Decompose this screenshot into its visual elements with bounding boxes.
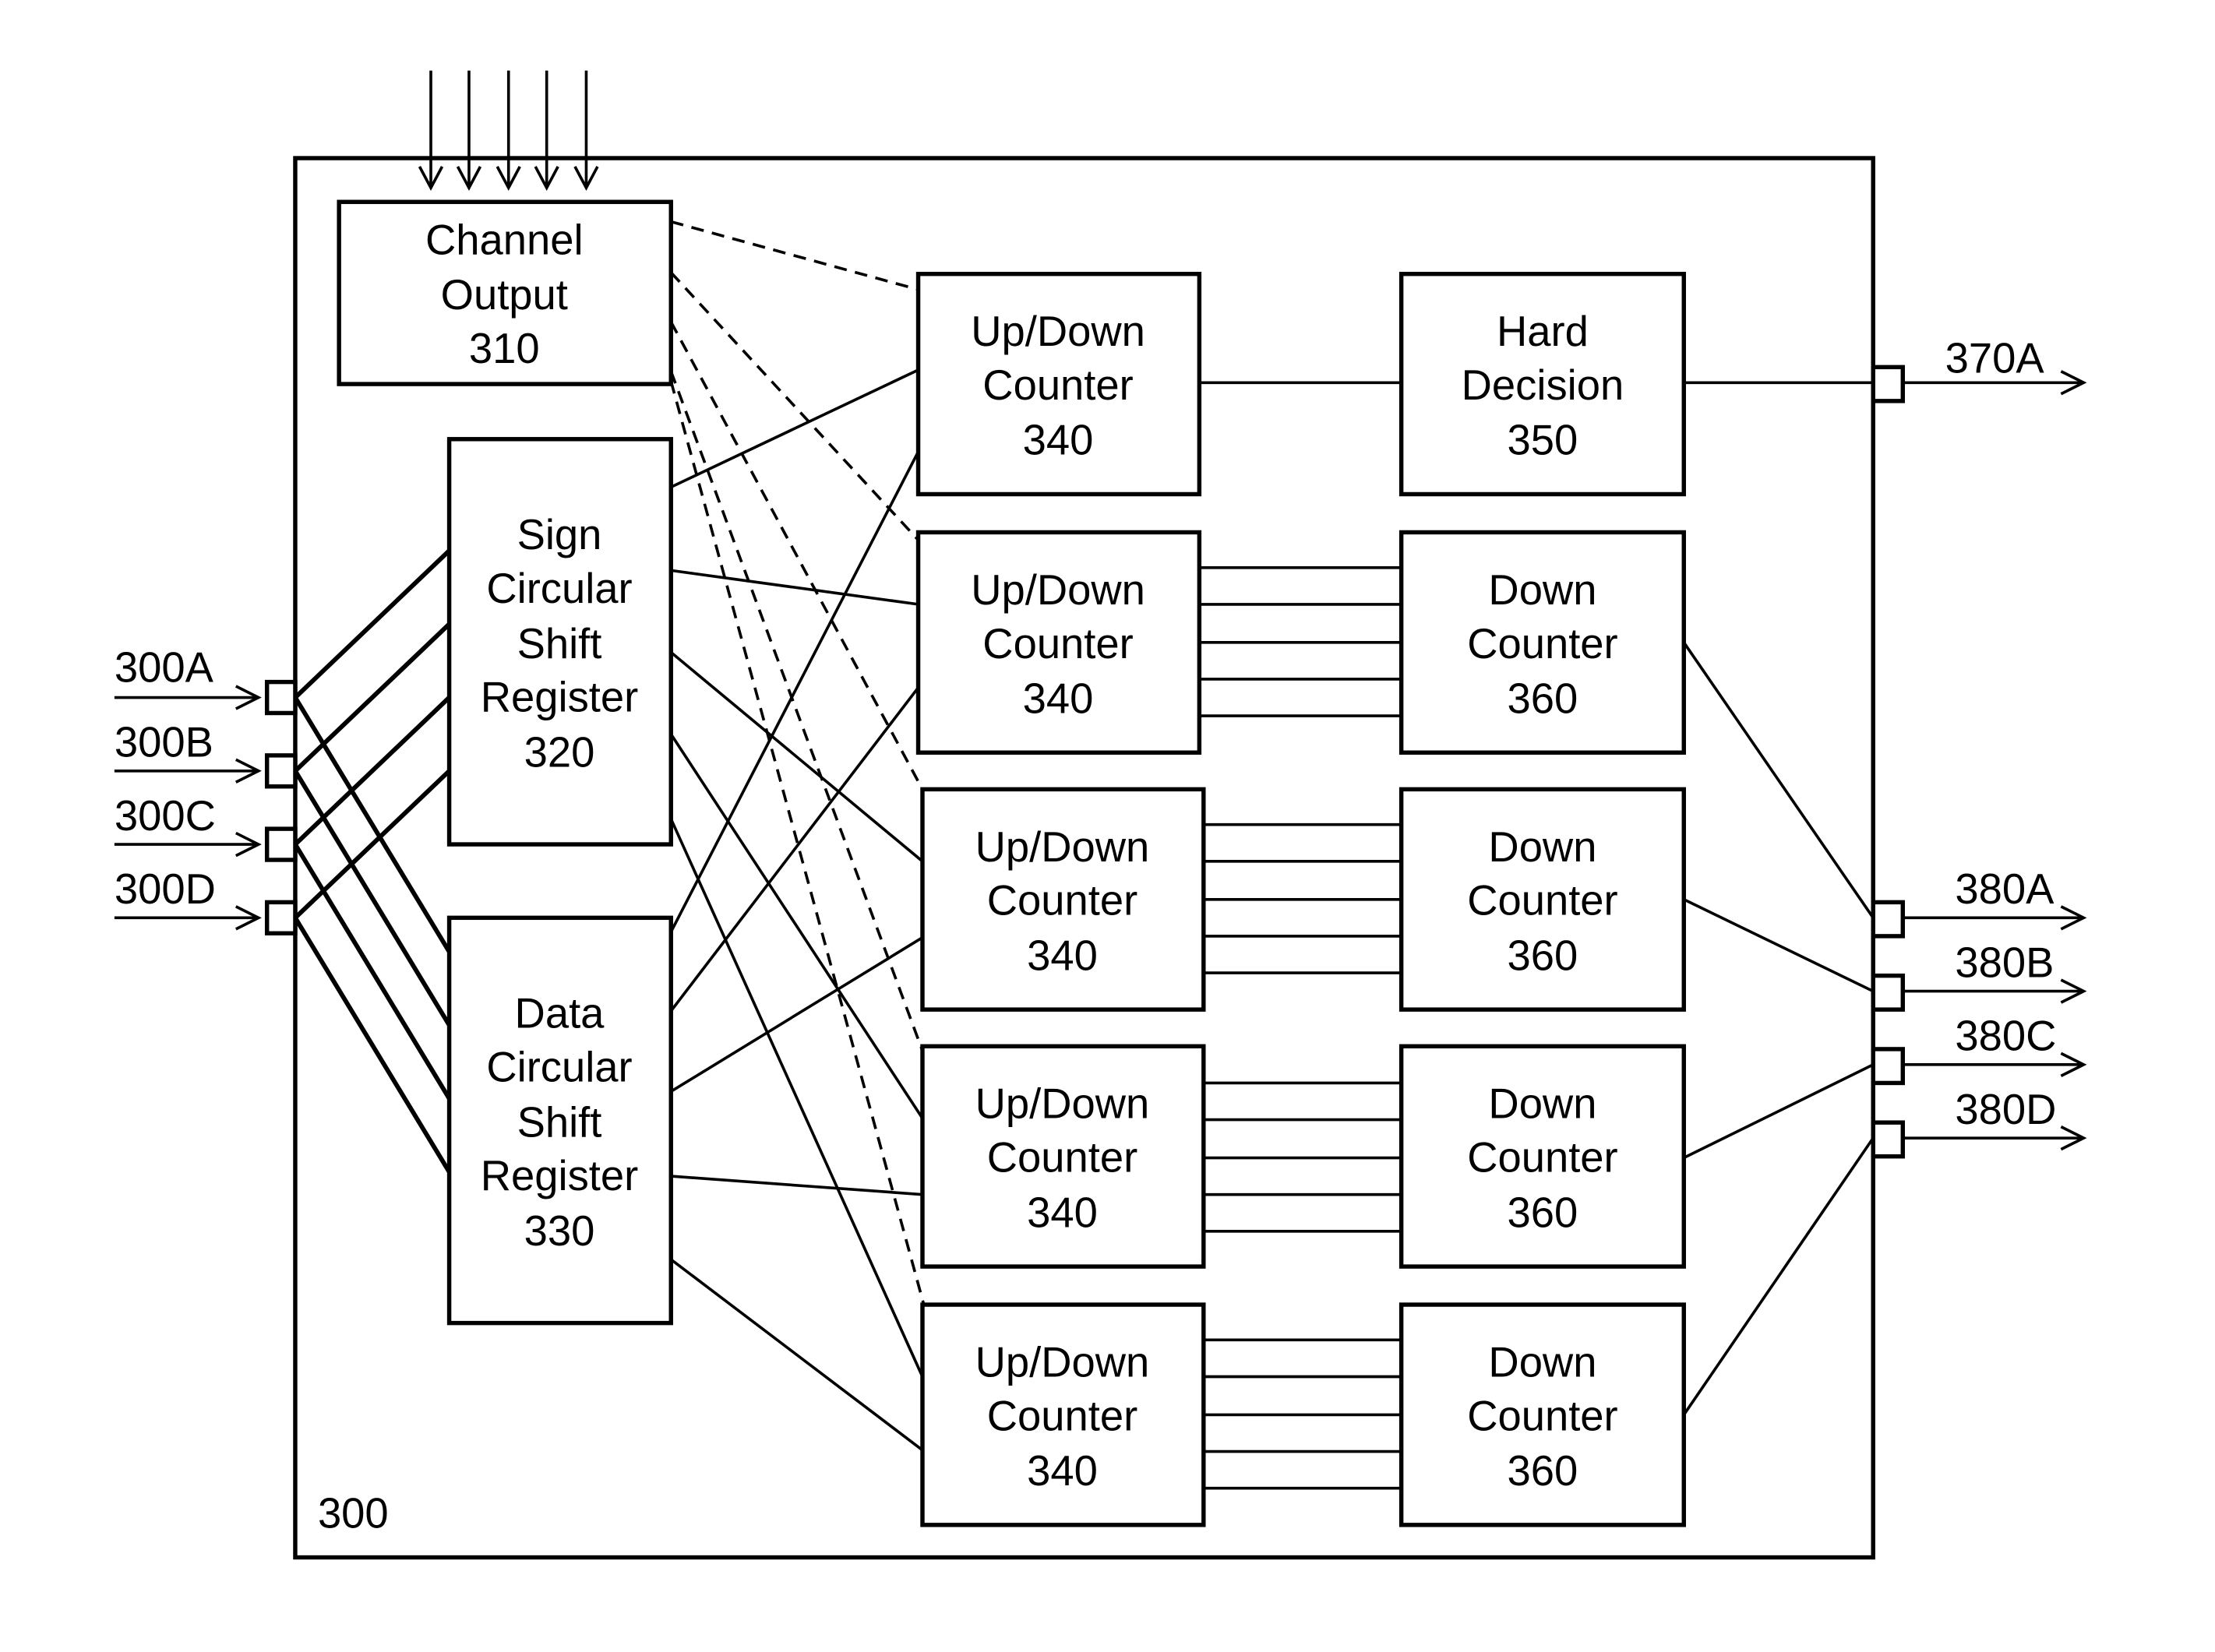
svg-text:380B: 380B <box>1955 939 2054 986</box>
data-circular-shift-register-block: Data Circular Shift Register 330 <box>446 915 673 1326</box>
svg-text:Counter: Counter <box>1467 1134 1617 1182</box>
svg-text:Register: Register <box>481 1152 639 1199</box>
output-port-380a: 380A <box>1871 865 2087 939</box>
input-port-300c: 300C <box>115 792 298 862</box>
svg-text:Up/Down: Up/Down <box>975 1080 1150 1128</box>
svg-text:Counter: Counter <box>987 877 1137 925</box>
svg-text:340: 340 <box>1023 417 1094 464</box>
channel-output-block: Channel Output 310 <box>337 199 673 386</box>
svg-text:Circular: Circular <box>486 1044 632 1091</box>
svg-text:Counter: Counter <box>987 1392 1137 1439</box>
system-label: 300 <box>318 1489 389 1537</box>
down-counter-block-3: Down Counter 360 <box>1398 1044 1686 1269</box>
svg-text:Up/Down: Up/Down <box>975 1339 1150 1386</box>
svg-text:340: 340 <box>1027 1447 1098 1495</box>
svg-text:Up/Down: Up/Down <box>975 823 1150 871</box>
svg-text:300C: 300C <box>115 792 216 840</box>
svg-text:360: 360 <box>1508 675 1578 722</box>
svg-text:Channel: Channel <box>425 216 584 263</box>
down-counter-block-1: Down Counter 360 <box>1398 530 1686 755</box>
svg-text:Register: Register <box>481 674 639 721</box>
updown-counter-block-2: Up/Down Counter 340 <box>915 530 1202 755</box>
svg-text:330: 330 <box>524 1207 595 1255</box>
svg-text:Counter: Counter <box>982 361 1133 409</box>
svg-text:Shift: Shift <box>517 620 602 667</box>
svg-text:Sign: Sign <box>517 511 602 558</box>
svg-text:Decision: Decision <box>1462 361 1624 409</box>
input-port-300d: 300D <box>115 865 298 935</box>
updown-counter-block-3: Up/Down Counter 340 <box>920 787 1206 1012</box>
output-port-370a: 370A <box>1871 335 2087 403</box>
svg-text:Down: Down <box>1488 1080 1596 1128</box>
svg-text:370A: 370A <box>1945 335 2045 382</box>
svg-text:Circular: Circular <box>486 565 632 612</box>
svg-text:360: 360 <box>1508 1189 1578 1236</box>
svg-text:Counter: Counter <box>1467 1392 1617 1439</box>
svg-text:Counter: Counter <box>982 620 1133 667</box>
svg-text:Up/Down: Up/Down <box>971 566 1145 614</box>
input-port-300a: 300A <box>115 644 298 716</box>
svg-text:300A: 300A <box>115 644 214 692</box>
svg-text:310: 310 <box>469 325 540 372</box>
svg-text:Down: Down <box>1488 566 1596 614</box>
svg-text:Data: Data <box>515 990 605 1037</box>
input-port-300b: 300B <box>115 719 298 789</box>
svg-text:340: 340 <box>1023 675 1094 722</box>
svg-text:350: 350 <box>1508 417 1578 464</box>
svg-text:Counter: Counter <box>1467 620 1617 667</box>
updown-counter-block-1: Up/Down Counter 340 <box>915 271 1202 497</box>
svg-text:360: 360 <box>1508 1447 1578 1495</box>
svg-text:320: 320 <box>524 728 595 776</box>
svg-text:380C: 380C <box>1955 1013 2056 1060</box>
svg-text:Down: Down <box>1488 1339 1596 1386</box>
block-diagram: 300 Channel Output 310 Sign Circular Shi… <box>115 70 2087 1560</box>
output-port-380d: 380D <box>1871 1086 2087 1159</box>
output-port-380b: 380B <box>1871 939 2087 1012</box>
down-counter-block-2: Down Counter 360 <box>1398 787 1686 1012</box>
svg-text:380A: 380A <box>1955 865 2055 913</box>
sign-circular-shift-register-block: Sign Circular Shift Register 320 <box>446 437 673 847</box>
down-counter-block-4: Down Counter 360 <box>1398 1302 1686 1527</box>
svg-text:Counter: Counter <box>1467 877 1617 925</box>
svg-text:300D: 300D <box>115 865 216 913</box>
svg-text:Shift: Shift <box>517 1098 602 1146</box>
svg-text:300B: 300B <box>115 719 213 766</box>
svg-text:Down: Down <box>1488 823 1596 871</box>
updown-counter-block-5: Up/Down Counter 340 <box>920 1302 1206 1527</box>
svg-text:Counter: Counter <box>987 1134 1137 1182</box>
svg-text:Up/Down: Up/Down <box>971 308 1145 355</box>
svg-text:340: 340 <box>1027 1189 1098 1236</box>
updown-counter-block-4: Up/Down Counter 340 <box>920 1044 1206 1269</box>
output-port-380c: 380C <box>1871 1013 2087 1086</box>
svg-text:Hard: Hard <box>1497 308 1589 355</box>
svg-text:Output: Output <box>441 271 568 319</box>
svg-text:380D: 380D <box>1955 1086 2056 1133</box>
svg-text:360: 360 <box>1508 932 1578 979</box>
hard-decision-block: Hard Decision 350 <box>1398 271 1686 497</box>
svg-text:340: 340 <box>1027 932 1098 979</box>
